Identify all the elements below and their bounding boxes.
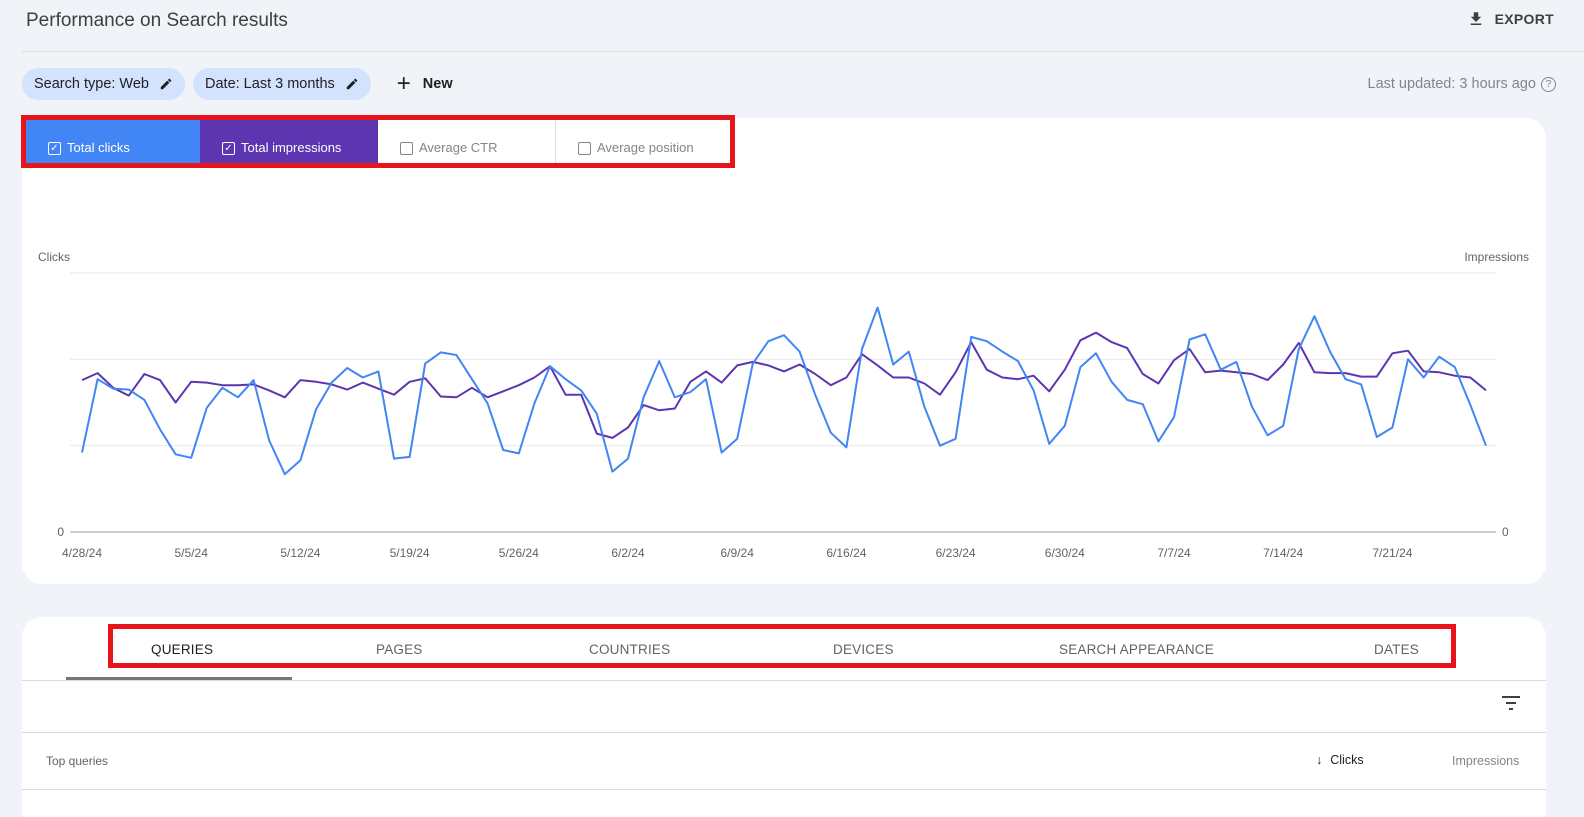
metric-label: Total clicks <box>67 140 130 155</box>
x-axis-tick-label: 5/5/24 <box>175 546 209 560</box>
checkbox-checked-icon[interactable]: ✓ <box>222 142 235 155</box>
series-line-impressions[interactable] <box>81 331 1487 439</box>
table-toolbar-divider <box>22 732 1546 733</box>
dimension-tabs: QUERIES PAGES COUNTRIES DEVICES SEARCH A… <box>108 624 1456 668</box>
metric-label: Average CTR <box>419 140 498 155</box>
series-line-clicks[interactable] <box>81 306 1487 476</box>
filter-rows-icon[interactable] <box>1500 694 1522 712</box>
x-axis-tick-label: 5/19/24 <box>390 546 430 560</box>
x-axis-tick-label: 6/23/24 <box>936 546 976 560</box>
column-header-clicks-label: Clicks <box>1330 753 1364 767</box>
performance-line-chart: Clicks Impressions 0 0 4/28/24 5/5/24 5/12… <box>38 250 1529 560</box>
checkbox-unchecked-icon[interactable] <box>400 142 413 155</box>
metric-total-impressions[interactable]: ✓ Total impressions <box>200 120 378 163</box>
metric-label: Total impressions <box>241 140 342 155</box>
y-axis-left-tick: 0 <box>57 525 64 539</box>
tab-dates[interactable]: DATES <box>1374 642 1419 657</box>
metric-selector: ✓ Total clicks ✓ Total impressions Avera… <box>21 115 735 168</box>
y-axis-left-label: Clicks <box>38 250 70 264</box>
x-axis-tick-label: 6/9/24 <box>721 546 755 560</box>
tab-pages[interactable]: PAGES <box>376 642 423 657</box>
y-axis-right-label: Impressions <box>1464 250 1529 264</box>
x-axis-tick-label: 7/7/24 <box>1157 546 1191 560</box>
metric-total-clicks[interactable]: ✓ Total clicks <box>26 120 200 163</box>
sort-descending-arrow-icon: ↓ <box>1316 753 1323 767</box>
checkbox-checked-icon[interactable]: ✓ <box>48 142 61 155</box>
tab-search-appearance[interactable]: SEARCH APPEARANCE <box>1059 642 1214 657</box>
x-axis-tick-label: 7/14/24 <box>1263 546 1303 560</box>
tab-queries[interactable]: QUERIES <box>151 642 213 657</box>
x-axis-tick-label: 6/2/24 <box>611 546 645 560</box>
x-axis-tick-label: 5/12/24 <box>280 546 320 560</box>
x-axis-tick-label: 7/21/24 <box>1372 546 1412 560</box>
tab-devices[interactable]: DEVICES <box>833 642 894 657</box>
x-axis-tick-label: 6/16/24 <box>826 546 866 560</box>
x-axis-tick-label: 6/30/24 <box>1045 546 1085 560</box>
column-header-clicks[interactable]: ↓ Clicks <box>1316 753 1364 767</box>
x-axis-tick-label: 5/26/24 <box>499 546 539 560</box>
metric-average-ctr[interactable]: Average CTR <box>378 120 556 163</box>
y-axis-right-tick: 0 <box>1502 525 1509 539</box>
tab-countries[interactable]: COUNTRIES <box>589 642 670 657</box>
metric-label: Average position <box>597 140 694 155</box>
column-header-impressions[interactable]: Impressions <box>1452 754 1519 768</box>
metric-average-position[interactable]: Average position <box>556 120 730 163</box>
checkbox-unchecked-icon[interactable] <box>578 142 591 155</box>
tabs-divider <box>22 680 1546 681</box>
column-header-top-queries: Top queries <box>46 754 109 768</box>
x-axis-tick-label: 4/28/24 <box>62 546 102 560</box>
table-header-divider <box>22 789 1546 790</box>
